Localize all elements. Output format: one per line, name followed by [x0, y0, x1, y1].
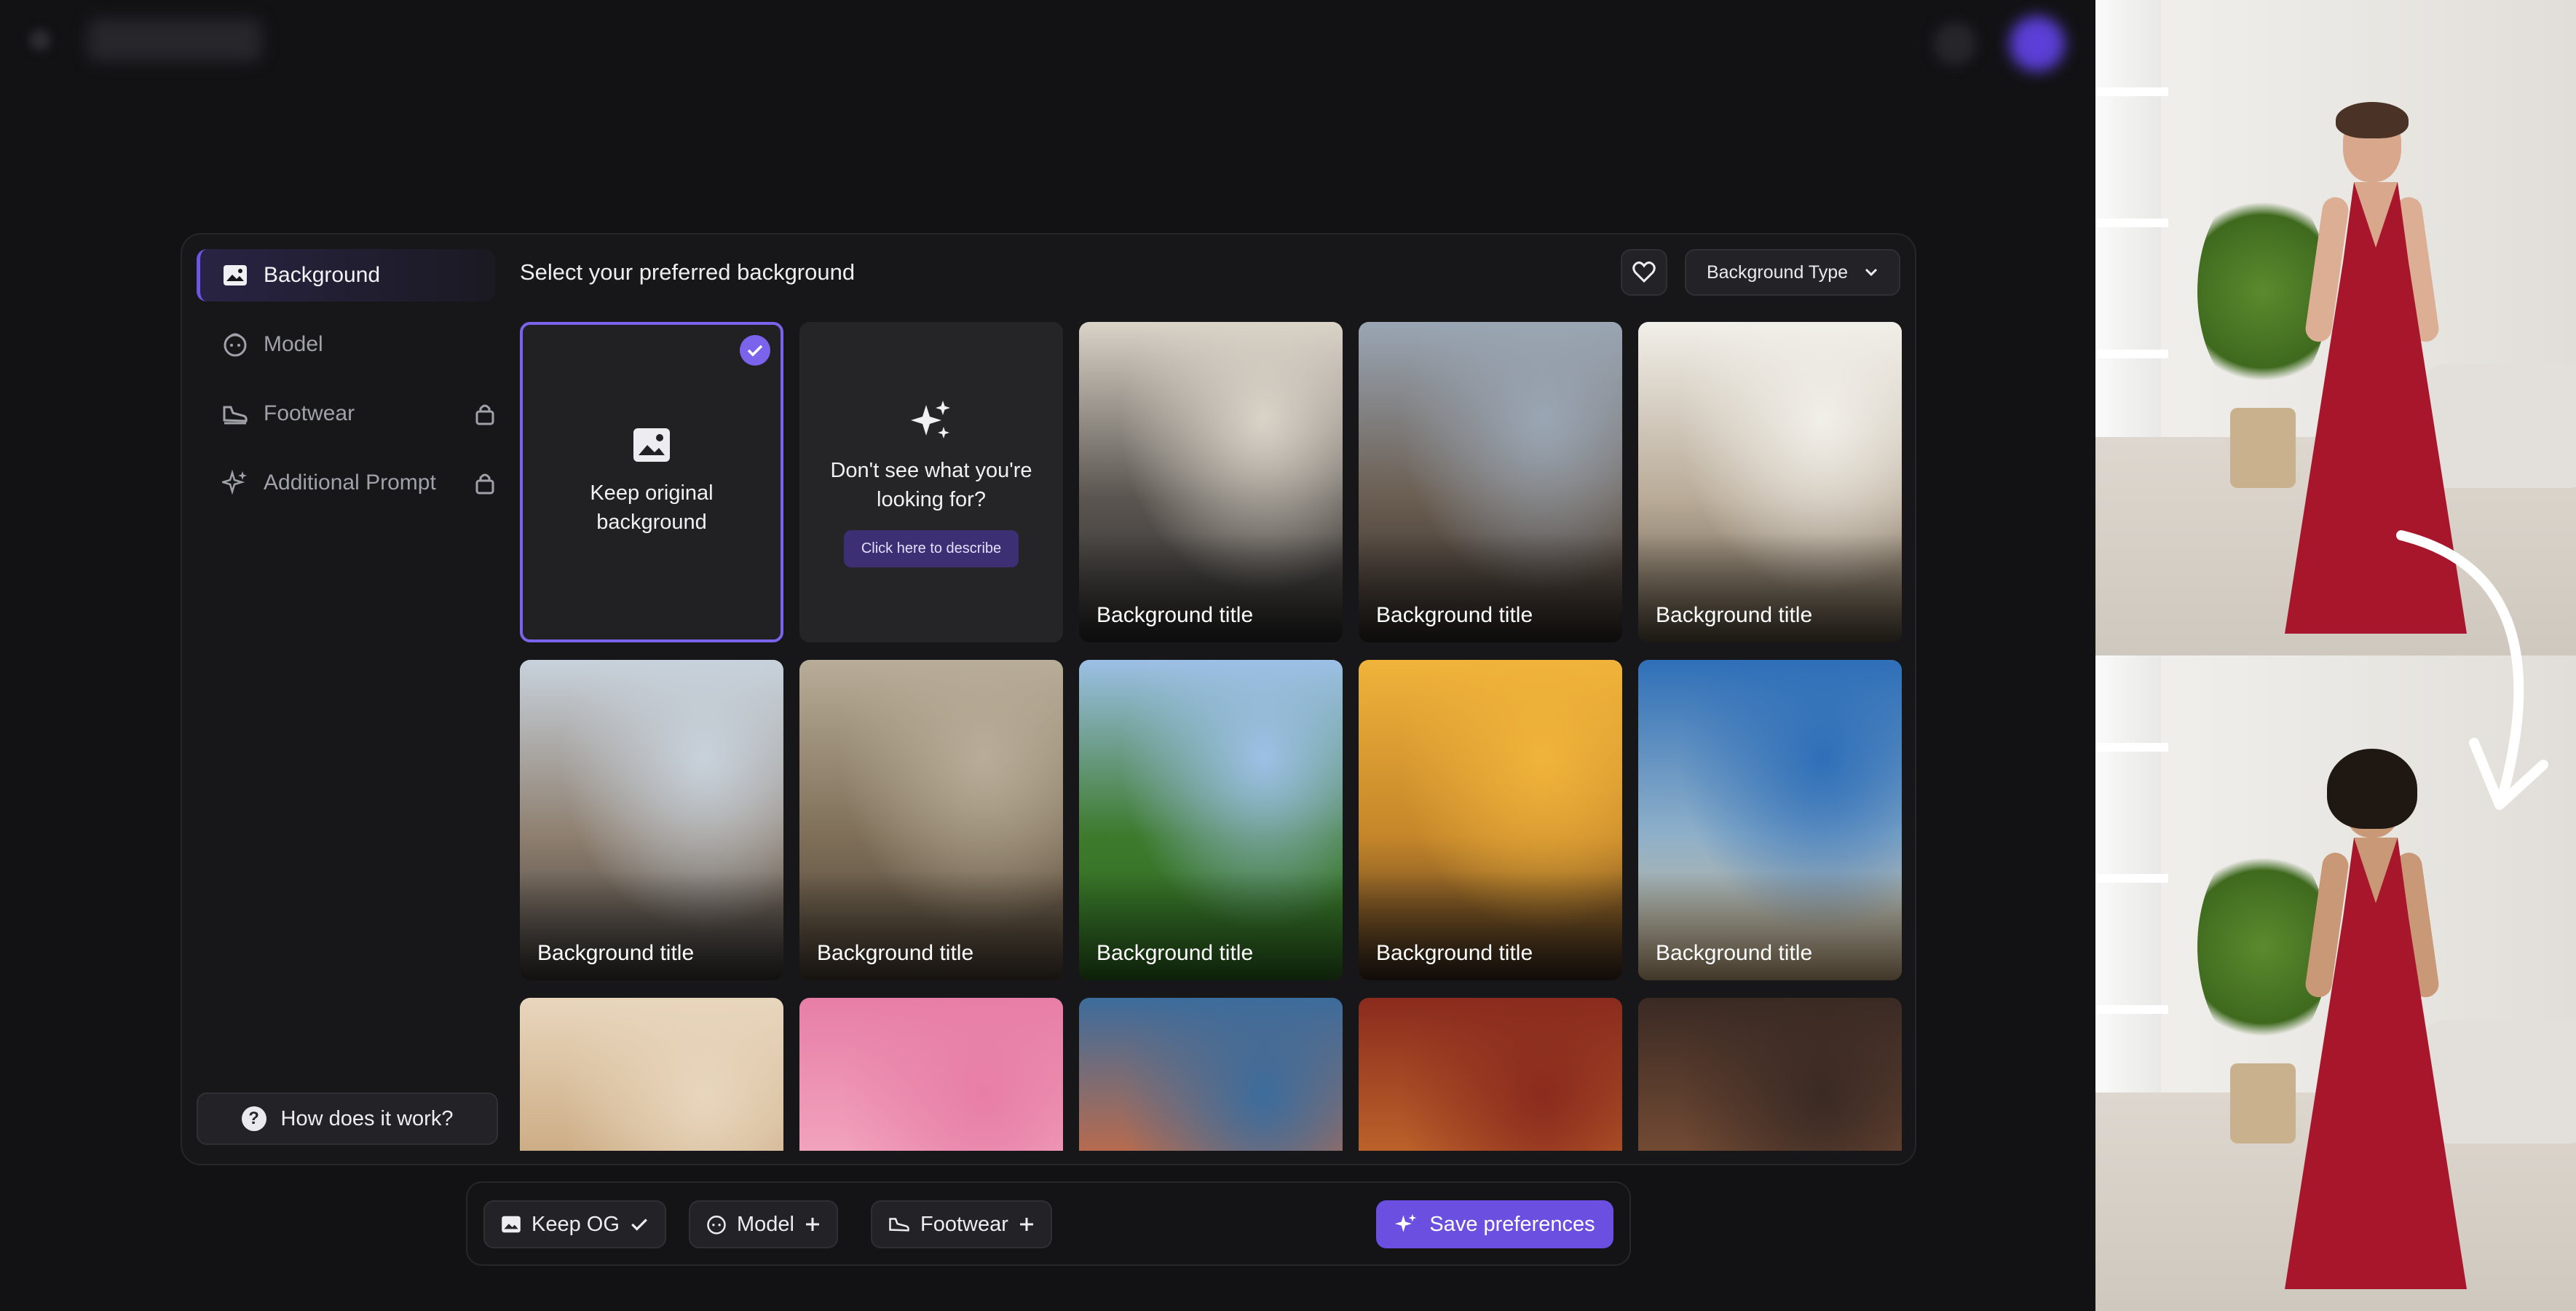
plus-icon — [1019, 1218, 1033, 1231]
plus-icon — [806, 1218, 819, 1231]
selection-bar: Keep OG Model Footwear Save preferences — [466, 1181, 1631, 1266]
check-icon — [740, 335, 770, 366]
section-heading: Select your preferred background — [520, 259, 856, 285]
image-frame-icon — [502, 1216, 521, 1233]
transform-arrow-icon — [2396, 530, 2548, 810]
lock-icon — [475, 404, 494, 425]
describe-button[interactable]: Click here to describe — [843, 529, 1019, 567]
background-card-gym[interactable]: Background title — [1359, 660, 1622, 980]
background-thumbnail — [799, 998, 1063, 1151]
back-icon[interactable] — [29, 29, 51, 51]
sidebar-item-footwear[interactable]: Footwear — [197, 387, 495, 440]
sidebar-item-label: Background — [264, 263, 381, 287]
dropdown-label: Background Type — [1706, 261, 1849, 283]
background-card-title: Background title — [1376, 941, 1533, 965]
background-card-palace[interactable] — [1359, 998, 1622, 1151]
sidebar-item-background[interactable]: Background — [197, 249, 495, 302]
background-card-lounge[interactable]: Background title — [1359, 322, 1622, 642]
chip-label: Keep OG — [532, 1212, 620, 1236]
how-it-works-button[interactable]: ? How does it work? — [197, 1092, 498, 1145]
image-frame-icon — [221, 261, 249, 289]
background-card-beach[interactable]: Background title — [1638, 660, 1902, 980]
lock-icon — [475, 473, 494, 495]
face-icon — [221, 331, 249, 358]
background-card-title: Background title — [1097, 603, 1254, 627]
check-icon — [631, 1219, 647, 1231]
save-label: Save preferences — [1429, 1212, 1595, 1236]
background-thumbnail — [1359, 998, 1622, 1151]
background-grid: Keep original background Don't see what … — [520, 322, 1903, 1151]
favorites-button[interactable] — [1621, 249, 1667, 296]
shoe-icon — [889, 1218, 909, 1232]
background-thumbnail — [520, 998, 783, 1151]
background-card-office[interactable]: Background title — [1079, 322, 1343, 642]
background-card-garden[interactable]: Background title — [1079, 660, 1343, 980]
sidebar-item-label: Footwear — [264, 401, 355, 425]
describe-prompt-text: Don't see what you're looking for? — [830, 458, 1032, 511]
notification-icon[interactable] — [1933, 22, 1977, 66]
avatar[interactable] — [2010, 16, 2065, 71]
sparkles-icon — [221, 469, 249, 497]
background-card-title: Background title — [1656, 603, 1813, 627]
sparkles-icon — [1395, 1213, 1417, 1232]
chip-label: Model — [737, 1212, 794, 1236]
page-title-blurred — [87, 18, 262, 62]
face-icon — [707, 1216, 726, 1235]
before-after-preview — [2095, 0, 2576, 1311]
background-card-street[interactable]: Background title — [520, 660, 783, 980]
background-card-title: Background title — [1097, 941, 1254, 965]
shoe-icon — [221, 400, 249, 428]
background-card-dining[interactable] — [1638, 998, 1902, 1151]
background-card-title: Background title — [1656, 941, 1813, 965]
heart-icon — [1632, 261, 1656, 283]
sidebar-item-additional-prompt[interactable]: Additional Prompt — [197, 457, 495, 509]
save-preferences-button[interactable]: Save preferences — [1376, 1200, 1613, 1248]
keep-original-label: Keep original background — [590, 481, 714, 534]
background-card-arch[interactable] — [520, 998, 783, 1151]
background-content: Select your preferred background Backgro… — [520, 235, 1915, 1164]
background-card-cafe[interactable]: Background title — [1638, 322, 1902, 642]
sidebar-item-label: Additional Prompt — [264, 471, 436, 495]
help-icon: ? — [241, 1106, 266, 1131]
background-type-dropdown[interactable]: Background Type — [1685, 249, 1900, 296]
background-card-fireplace[interactable]: Background title — [799, 660, 1063, 980]
background-card-title: Background title — [817, 941, 974, 965]
chip-label: Footwear — [920, 1212, 1008, 1236]
sidebar-item-model[interactable]: Model — [197, 318, 495, 371]
background-card-title: Background title — [1376, 603, 1533, 627]
describe-card[interactable]: Don't see what you're looking for? Click… — [799, 322, 1063, 642]
image-icon — [633, 428, 670, 462]
footwear-chip[interactable]: Footwear — [871, 1200, 1052, 1248]
sparkles-icon — [911, 400, 950, 438]
background-card-pink-door[interactable] — [799, 998, 1063, 1151]
preferences-panel: Background Model Footwear Additional Pro… — [181, 233, 1916, 1165]
background-card-title: Background title — [537, 941, 695, 965]
sidebar: Background Model Footwear Additional Pro… — [197, 249, 502, 1145]
how-it-works-label: How does it work? — [280, 1106, 454, 1130]
background-thumbnail — [1638, 998, 1902, 1151]
model-chip[interactable]: Model — [689, 1200, 838, 1248]
sidebar-item-label: Model — [264, 332, 323, 356]
top-bar — [0, 0, 2095, 80]
chevron-down-icon — [1865, 268, 1878, 277]
background-thumbnail — [1079, 998, 1343, 1151]
background-card-alley[interactable] — [1079, 998, 1343, 1151]
keep-original-card[interactable]: Keep original background — [520, 322, 783, 642]
keep-og-chip[interactable]: Keep OG — [483, 1200, 666, 1248]
